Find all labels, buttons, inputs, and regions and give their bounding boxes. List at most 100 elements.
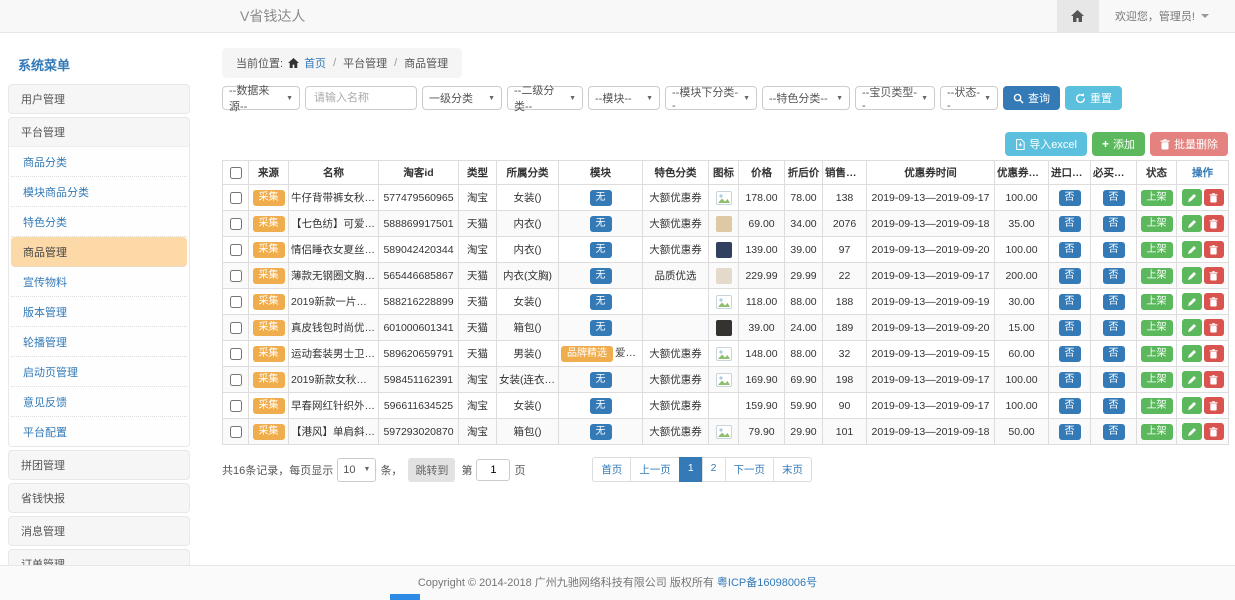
sidebar-group-message-mgmt[interactable]: 消息管理 [9, 517, 189, 545]
add-button[interactable]: + 添加 [1092, 132, 1145, 156]
delete-button[interactable] [1204, 267, 1224, 284]
name-cell: 2019新款一片式系... [289, 289, 379, 315]
must-buy-badge: 否 [1103, 190, 1125, 206]
pager-item[interactable]: 首页 [592, 457, 631, 482]
row-checkbox[interactable] [230, 192, 242, 204]
filter-select-level1-category[interactable]: 一级分类▼ [422, 86, 502, 110]
edit-button[interactable] [1182, 345, 1202, 362]
edit-button[interactable] [1182, 189, 1202, 206]
filter-select-feature-category[interactable]: --特色分类--▼ [762, 86, 850, 110]
row-checkbox[interactable] [230, 296, 242, 308]
top-header: V省钱达人 欢迎您，管理员! [0, 0, 1235, 33]
pager-item[interactable]: 末页 [773, 457, 812, 482]
sidebar-item-feature-category[interactable]: 特色分类 [11, 207, 187, 237]
pager-item[interactable]: 下一页 [725, 457, 775, 482]
pager-item[interactable]: 2 [702, 457, 726, 482]
page-number-input[interactable] [476, 459, 510, 481]
home-icon [1071, 10, 1084, 22]
edit-button[interactable] [1182, 215, 1202, 232]
row-checkbox[interactable] [230, 348, 242, 360]
home-button[interactable] [1057, 0, 1099, 32]
sidebar-item-carousel-mgmt[interactable]: 轮播管理 [11, 327, 187, 357]
filter-select-module[interactable]: --模块--▼ [588, 86, 660, 110]
row-checkbox[interactable] [230, 270, 242, 282]
sidebar-item-goods-category[interactable]: 商品分类 [11, 147, 187, 177]
sidebar-group-order-mgmt[interactable]: 订单管理 [9, 550, 189, 565]
icp-link[interactable]: 粤ICP备16098006号 [717, 577, 817, 589]
delete-button[interactable] [1204, 293, 1224, 310]
per-page-select[interactable]: 10 ▼ [337, 458, 376, 482]
edit-button[interactable] [1182, 397, 1202, 414]
edit-button[interactable] [1182, 423, 1202, 440]
jump-button[interactable]: 跳转到 [408, 458, 455, 482]
sidebar-item-feedback[interactable]: 意见反馈 [11, 387, 187, 417]
delete-button[interactable] [1204, 215, 1224, 232]
select-all-checkbox[interactable] [230, 167, 242, 179]
row-checkbox[interactable] [230, 374, 242, 386]
column-header: 优惠券时间 [867, 161, 995, 185]
sidebar-group-groupbuy-mgmt[interactable]: 拼团管理 [9, 451, 189, 479]
user-menu[interactable]: 欢迎您，管理员! [1099, 8, 1235, 24]
delete-button[interactable] [1204, 241, 1224, 258]
copyright-text: Copyright © 2014-2018 广州九驰网络科技有限公司 版权所有 [418, 577, 714, 589]
edit-button[interactable] [1182, 371, 1202, 388]
pager: 首页上一页12下一页末页 [592, 457, 812, 482]
pager-item[interactable]: 上一页 [630, 457, 680, 482]
status-badge: 上架 [1141, 398, 1173, 414]
sidebar-group-user-mgmt[interactable]: 用户管理 [9, 85, 189, 113]
row-checkbox[interactable] [230, 322, 242, 334]
sidebar-item-promo-material[interactable]: 宣传物料 [11, 267, 187, 297]
must-buy-cell: 否 [1091, 289, 1137, 315]
discount-price-cell: 88.00 [785, 289, 823, 315]
edit-button[interactable] [1182, 319, 1202, 336]
row-checkbox[interactable] [230, 426, 242, 438]
row-checkbox[interactable] [230, 244, 242, 256]
sidebar: 系统菜单 用户管理平台管理商品分类模块商品分类特色分类商品管理宣传物料版本管理轮… [8, 44, 190, 565]
row-select-cell [223, 211, 249, 237]
row-checkbox[interactable] [230, 400, 242, 412]
source-badge: 采集 [253, 372, 285, 388]
column-header: 进口优选 [1049, 161, 1091, 185]
delete-button[interactable] [1204, 423, 1224, 440]
must-buy-cell: 否 [1091, 367, 1137, 393]
sidebar-item-splash-mgmt[interactable]: 启动页管理 [11, 357, 187, 387]
batch-delete-button[interactable]: 批量删除 [1150, 132, 1228, 156]
delete-button[interactable] [1204, 345, 1224, 362]
reset-button[interactable]: 重置 [1065, 86, 1122, 110]
delete-button[interactable] [1204, 189, 1224, 206]
edit-button[interactable] [1182, 241, 1202, 258]
sidebar-group-platform-mgmt[interactable]: 平台管理 [9, 118, 189, 146]
filter-select-data-source[interactable]: --数据来源--▼ [222, 86, 300, 110]
sidebar-item-module-goods-category[interactable]: 模块商品分类 [11, 177, 187, 207]
row-checkbox[interactable] [230, 218, 242, 230]
search-button[interactable]: 查询 [1003, 86, 1060, 110]
delete-button[interactable] [1204, 371, 1224, 388]
column-header: 来源 [249, 161, 289, 185]
edit-button[interactable] [1182, 267, 1202, 284]
filter-select-item-type[interactable]: --宝贝类型--▼ [855, 86, 935, 110]
delete-button[interactable] [1204, 397, 1224, 414]
module-badge: 无 [590, 190, 612, 206]
coupon-time-cell: 2019-09-13—2019-09-20 [867, 315, 995, 341]
pager-item[interactable]: 1 [679, 457, 703, 482]
status-badge: 上架 [1141, 320, 1173, 336]
delete-button[interactable] [1204, 319, 1224, 336]
sidebar-group-saving-express[interactable]: 省钱快报 [9, 484, 189, 512]
must-buy-cell: 否 [1091, 315, 1137, 341]
filter-select-module-sub-category[interactable]: --模块下分类--▼ [665, 86, 757, 110]
coupon-time-cell: 2019-09-13—2019-09-18 [867, 211, 995, 237]
sidebar-item-goods-mgmt[interactable]: 商品管理 [11, 237, 187, 267]
sidebar-item-platform-config[interactable]: 平台配置 [11, 417, 187, 446]
sidebar-item-version-mgmt[interactable]: 版本管理 [11, 297, 187, 327]
edit-button[interactable] [1182, 293, 1202, 310]
imported-cell: 否 [1049, 289, 1091, 315]
source-cell: 采集 [249, 211, 289, 237]
filter-select-status[interactable]: --状态--▼ [940, 86, 998, 110]
imported-badge: 否 [1059, 242, 1081, 258]
filter-select-level2-category[interactable]: --二级分类--▼ [507, 86, 583, 110]
import-excel-button[interactable]: 导入excel [1005, 132, 1087, 156]
breadcrumb-home-link[interactable]: 首页 [304, 55, 326, 71]
filter-input-name[interactable] [305, 86, 417, 110]
records-summary: 共16条记录，每页显示 [222, 462, 333, 478]
column-header: 优惠券金额 [995, 161, 1049, 185]
